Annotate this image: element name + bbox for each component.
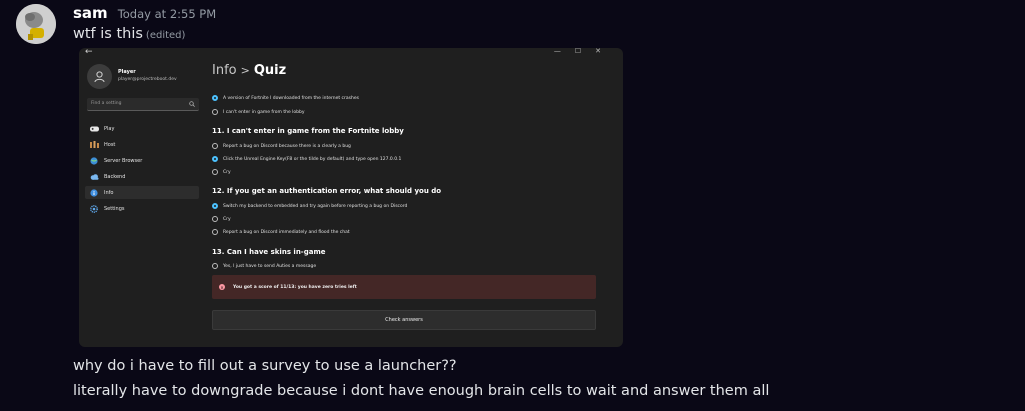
close-icon: ✕ — [595, 48, 601, 55]
radio-unchecked — [212, 229, 218, 235]
breadcrumb-separator: > — [240, 64, 250, 77]
q11-option-2: Click the Unreal Engine Key(F8 or the ti… — [212, 156, 401, 162]
minimize-icon: — — [553, 48, 561, 55]
breadcrumb: Info > Quiz — [212, 63, 286, 78]
radio-checked — [212, 156, 218, 162]
edited-tag: (edited) — [145, 30, 186, 41]
q10-option-1: A version of Fortnite I downloaded from … — [212, 95, 359, 101]
username[interactable]: sam — [73, 4, 108, 22]
message-header: sam Today at 2:55 PM — [73, 4, 216, 24]
message-line-1: wtf is this — [73, 26, 143, 42]
q13-option-1: Yes, I just have to send Auties a messag… — [212, 263, 316, 269]
check-answers-button: Check answers — [212, 310, 596, 330]
option-label: Yes, I just have to send Auties a messag… — [223, 263, 317, 269]
q10-option-2: I can't enter in game from the lobby — [212, 109, 305, 115]
message-line-2: why do i have to fill out a survey to us… — [73, 358, 457, 374]
option-label: I can't enter in game from the lobby — [223, 109, 305, 115]
radio-unchecked — [212, 216, 218, 222]
image-attachment[interactable]: ← — ☐ ✕ Player player@projectreboot.dev … — [79, 48, 623, 347]
maximize-icon: ☐ — [574, 48, 582, 55]
radio-checked — [212, 95, 218, 101]
message-line-3: literally have to downgrade because i do… — [73, 383, 770, 399]
breadcrumb-parent: Info — [212, 63, 237, 78]
option-label: Cry — [223, 169, 231, 175]
profile-name: Player — [118, 69, 136, 75]
sidebar-item-label: Host — [104, 141, 116, 148]
score-result-banner: × You got a score of 11/13: you have zer… — [212, 275, 596, 299]
error-icon: × — [219, 284, 225, 290]
cloud-icon — [89, 172, 99, 182]
option-label: Report a bug on Discord immediately and … — [223, 229, 350, 235]
option-label: Report a bug on Discord because there is… — [223, 143, 351, 149]
message-text: wtf is this (edited) — [73, 26, 185, 42]
settings-icon — [89, 204, 99, 214]
sidebar-item-label: Settings — [104, 205, 125, 212]
sidebar-item-server-browser: Server Browser — [85, 154, 199, 167]
user-icon — [94, 71, 105, 83]
timestamp[interactable]: Today at 2:55 PM — [118, 7, 216, 21]
sidebar-item-label: Play — [104, 125, 115, 132]
embed-titlebar: ← — ☐ ✕ — [79, 48, 623, 58]
window-controls: — ☐ ✕ — [554, 48, 601, 55]
sidebar-item-label: Backend — [104, 173, 126, 180]
score-result-text: You got a score of 11/13: you have zero … — [233, 284, 357, 290]
back-arrow-icon: ← — [85, 48, 93, 57]
sidebar-item-host: Host — [85, 138, 199, 151]
sidebar-item-info: Info — [85, 186, 199, 199]
radio-unchecked — [212, 169, 218, 175]
radio-checked — [212, 203, 218, 209]
sidebar-item-play: Play — [85, 122, 199, 135]
q11-option-3: Cry — [212, 169, 231, 175]
option-label: Switch my backend to embedded and try ag… — [223, 203, 408, 209]
page-title: Quiz — [253, 63, 287, 78]
q11-option-1: Report a bug on Discord because there is… — [212, 143, 351, 149]
profile-email: player@projectreboot.dev — [118, 77, 177, 82]
globe-icon — [89, 156, 99, 166]
radio-unchecked — [212, 109, 218, 115]
search-placeholder: Find a setting — [91, 101, 122, 106]
info-icon — [89, 188, 99, 198]
sidebar-item-label: Server Browser — [104, 157, 143, 164]
sidebar-item-backend: Backend — [85, 170, 199, 183]
profile-avatar — [87, 64, 112, 89]
question-12-title: 12. If you get an authentication error, … — [212, 187, 442, 195]
q12-option-3: Report a bug on Discord immediately and … — [212, 229, 350, 235]
sidebar-item-label: Info — [104, 189, 114, 196]
option-label: Cry — [223, 216, 231, 222]
option-label: Click the Unreal Engine Key(F8 or the ti… — [223, 156, 402, 162]
option-label: A version of Fortnite I downloaded from … — [223, 95, 359, 101]
question-13-title: 13. Can I have skins in-game — [212, 248, 326, 256]
radio-unchecked — [212, 263, 218, 269]
search-icon — [189, 101, 195, 107]
question-11-title: 11. I can't enter in game from the Fortn… — [212, 127, 404, 135]
radio-unchecked — [212, 143, 218, 149]
search-input: Find a setting — [87, 98, 199, 111]
gamepad-icon — [89, 124, 99, 134]
host-icon — [89, 140, 99, 150]
q12-option-1: Switch my backend to embedded and try ag… — [212, 203, 407, 209]
avatar[interactable] — [16, 4, 56, 44]
sidebar-item-settings: Settings — [85, 202, 199, 215]
q12-option-2: Cry — [212, 216, 231, 222]
